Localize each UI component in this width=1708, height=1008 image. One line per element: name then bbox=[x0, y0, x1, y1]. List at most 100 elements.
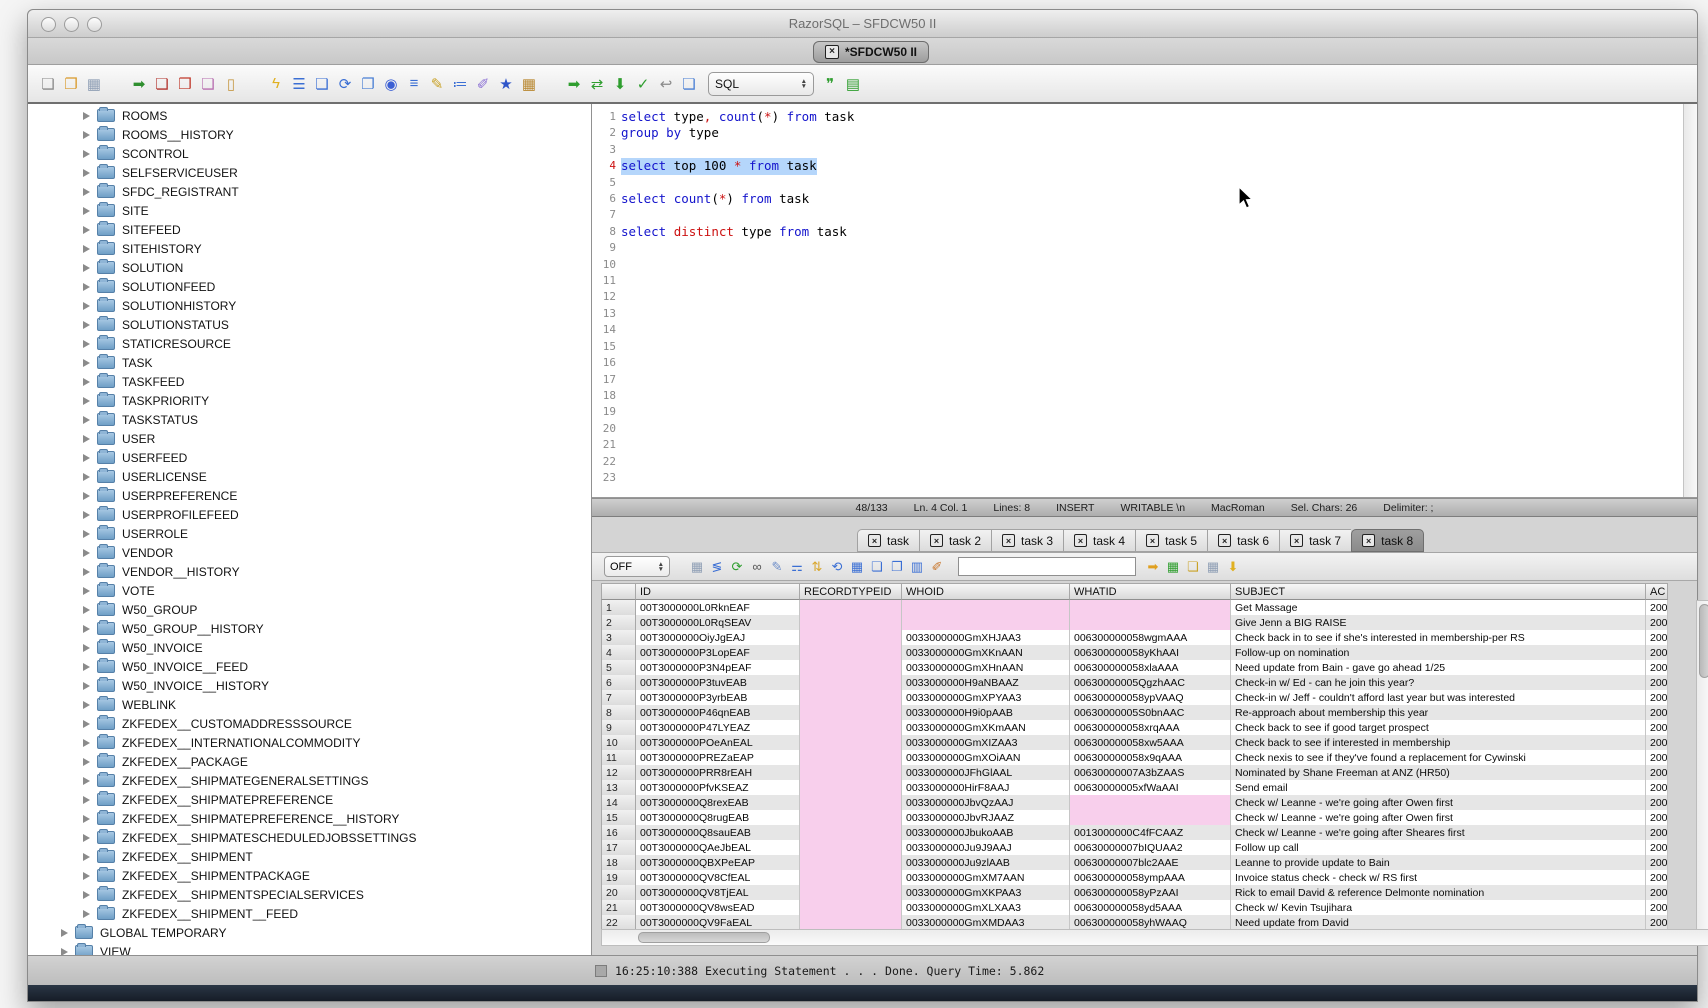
sidebar-item-solution[interactable]: SOLUTION bbox=[28, 258, 591, 277]
expand-triangle-icon[interactable] bbox=[83, 188, 90, 196]
sidebar-item-taskfeed[interactable]: TASKFEED bbox=[28, 372, 591, 391]
activitydate-cell[interactable]: 200 bbox=[1646, 900, 1668, 915]
sidebar-item-solutionfeed[interactable]: SOLUTIONFEED bbox=[28, 277, 591, 296]
sidebar-item-w50-group-history[interactable]: W50_GROUP__HISTORY bbox=[28, 619, 591, 638]
id-cell[interactable]: 00T3000000P3LopEAF bbox=[636, 645, 800, 660]
close-tab-icon[interactable]: × bbox=[1002, 534, 1015, 547]
expand-triangle-icon[interactable] bbox=[83, 302, 90, 310]
expand-triangle-icon[interactable] bbox=[83, 625, 90, 633]
close-document-icon[interactable]: × bbox=[825, 45, 839, 59]
subject-cell[interactable]: Invoice status check - check w/ RS first bbox=[1231, 870, 1646, 885]
whoid-cell[interactable]: 0033000000GmXPYAA3 bbox=[902, 690, 1070, 705]
sidebar-item-zkfedex-shipment-feed[interactable]: ZKFEDEX__SHIPMENT__FEED bbox=[28, 904, 591, 923]
expand-triangle-icon[interactable] bbox=[83, 207, 90, 215]
sidebar-item-taskpriority[interactable]: TASKPRIORITY bbox=[28, 391, 591, 410]
activitydate-cell[interactable]: 200 bbox=[1646, 780, 1668, 795]
row-number[interactable]: 14 bbox=[601, 795, 636, 810]
activitydate-cell[interactable]: 200 bbox=[1646, 720, 1668, 735]
row-number[interactable]: 21 bbox=[601, 900, 636, 915]
column-header-WHOID[interactable]: WHOID bbox=[902, 583, 1070, 600]
activitydate-cell[interactable]: 200 bbox=[1646, 660, 1668, 675]
sidebar-item-zkfedex-shipmentpackage[interactable]: ZKFEDEX__SHIPMENTPACKAGE bbox=[28, 866, 591, 885]
subject-cell[interactable]: Follow-up on nomination bbox=[1231, 645, 1646, 660]
close-tab-icon[interactable]: × bbox=[1290, 534, 1303, 547]
row-number[interactable]: 12 bbox=[601, 765, 636, 780]
expand-triangle-icon[interactable] bbox=[83, 758, 90, 766]
whatid-cell[interactable]: 006300000058wgmAAA bbox=[1070, 630, 1231, 645]
subject-cell[interactable]: Check back to see if good target prospec… bbox=[1231, 720, 1646, 735]
whatid-cell[interactable]: 006300000058xlaAAA bbox=[1070, 660, 1231, 675]
results-log-icon[interactable]: ▤ bbox=[843, 74, 863, 94]
whoid-cell[interactable]: 0033000000GmXKnAAN bbox=[902, 645, 1070, 660]
sidebar-item-sfdc-registrant[interactable]: SFDC_REGISTRANT bbox=[28, 182, 591, 201]
row-number[interactable]: 19 bbox=[601, 870, 636, 885]
activitydate-cell[interactable]: 200 bbox=[1646, 915, 1668, 930]
whoid-cell[interactable]: 0033000000Ju9zlAAB bbox=[902, 855, 1070, 870]
import-data-icon[interactable]: ➡ bbox=[129, 74, 149, 94]
expand-triangle-icon[interactable] bbox=[83, 777, 90, 785]
subject-cell[interactable]: Nominated by Shane Freeman at ANZ (HR50) bbox=[1231, 765, 1646, 780]
results-tab-task[interactable]: ×task bbox=[857, 529, 919, 552]
column-header-AC[interactable]: AC bbox=[1646, 583, 1668, 600]
sidebar-item-zkfedex-shipmatescheduledjobssettings[interactable]: ZKFEDEX__SHIPMATESCHEDULEDJOBSSETTINGS bbox=[28, 828, 591, 847]
sidebar-item-zkfedex-package[interactable]: ZKFEDEX__PACKAGE bbox=[28, 752, 591, 771]
expand-triangle-icon[interactable] bbox=[83, 587, 90, 595]
table-row[interactable]: 900T3000000P47LYEAZ0033000000GmXKmAAN006… bbox=[601, 720, 1697, 735]
whoid-cell[interactable]: 0033000000H9aNBAAZ bbox=[902, 675, 1070, 690]
table-row[interactable]: 600T3000000P3tuvEAB0033000000H9aNBAAZ006… bbox=[601, 675, 1697, 690]
sidebar-item-vendor-history[interactable]: VENDOR__HISTORY bbox=[28, 562, 591, 581]
code-line[interactable] bbox=[621, 355, 1697, 371]
subject-cell[interactable]: Check w/ Leanne - we're going after Owen… bbox=[1231, 810, 1646, 825]
expand-triangle-icon[interactable] bbox=[83, 397, 90, 405]
results-tab-task-5[interactable]: ×task 5 bbox=[1135, 529, 1207, 552]
sidebar-item-weblink[interactable]: WEBLINK bbox=[28, 695, 591, 714]
subject-cell[interactable]: Check w/ Kevin Tsujihara bbox=[1231, 900, 1646, 915]
sidebar-item-w50-invoice-feed[interactable]: W50_INVOICE__FEED bbox=[28, 657, 591, 676]
expand-triangle-icon[interactable] bbox=[83, 815, 90, 823]
execute-fetch-icon[interactable]: ⬇ bbox=[610, 74, 630, 94]
whoid-cell[interactable]: 0033000000JbukoAAB bbox=[902, 825, 1070, 840]
code-line[interactable] bbox=[621, 142, 1697, 158]
expand-triangle-icon[interactable] bbox=[83, 720, 90, 728]
row-number[interactable]: 11 bbox=[601, 750, 636, 765]
sidebar-item-sitefeed[interactable]: SITEFEED bbox=[28, 220, 591, 239]
activitydate-cell[interactable]: 200 bbox=[1646, 855, 1668, 870]
column-header-ID[interactable]: ID bbox=[636, 583, 800, 600]
recordtypeid-cell[interactable] bbox=[800, 705, 902, 720]
expand-triangle-icon[interactable] bbox=[83, 739, 90, 747]
activitydate-cell[interactable]: 200 bbox=[1646, 600, 1668, 615]
whatid-cell[interactable] bbox=[1070, 615, 1231, 630]
code-line[interactable]: group by type bbox=[621, 125, 1697, 141]
id-cell[interactable]: 00T3000000P3N4pEAF bbox=[636, 660, 800, 675]
table-row[interactable]: 200T3000000L0RqSEAVGive Jenn a BIG RAISE… bbox=[601, 615, 1697, 630]
row-number[interactable]: 7 bbox=[601, 690, 636, 705]
find-next-icon[interactable]: ➡ bbox=[1144, 558, 1162, 576]
sidebar-item-solutionstatus[interactable]: SOLUTIONSTATUS bbox=[28, 315, 591, 334]
sidebar-item-scontrol[interactable]: SCONTROL bbox=[28, 144, 591, 163]
whoid-cell[interactable]: 0033000000GmXLXAA3 bbox=[902, 900, 1070, 915]
id-cell[interactable]: 00T3000000P47LYEAZ bbox=[636, 720, 800, 735]
close-tab-icon[interactable]: × bbox=[1146, 534, 1159, 547]
highlight-pen-icon[interactable]: ✐ bbox=[928, 558, 946, 576]
sidebar-item-rooms-history[interactable]: ROOMS__HISTORY bbox=[28, 125, 591, 144]
close-tab-icon[interactable]: × bbox=[930, 534, 943, 547]
subject-cell[interactable]: Check w/ Leanne - we're going after Owen… bbox=[1231, 795, 1646, 810]
id-cell[interactable]: 00T3000000Q8rexEAB bbox=[636, 795, 800, 810]
table-row[interactable]: 400T3000000P3LopEAF0033000000GmXKnAAN006… bbox=[601, 645, 1697, 660]
row-number[interactable]: 10 bbox=[601, 735, 636, 750]
expand-triangle-icon[interactable] bbox=[83, 663, 90, 671]
results-search-input[interactable] bbox=[958, 557, 1136, 576]
whatid-cell[interactable]: 00630000007bIQUAA2 bbox=[1070, 840, 1231, 855]
sidebar-item-zkfedex-shipmatepreference[interactable]: ZKFEDEX__SHIPMATEPREFERENCE bbox=[28, 790, 591, 809]
subject-cell[interactable]: Check back to see if interested in membe… bbox=[1231, 735, 1646, 750]
id-cell[interactable]: 00T3000000P3tuvEAB bbox=[636, 675, 800, 690]
id-cell[interactable]: 00T3000000Q8sauEAB bbox=[636, 825, 800, 840]
expand-triangle-icon[interactable] bbox=[83, 511, 90, 519]
expand-triangle-icon[interactable] bbox=[83, 701, 90, 709]
sidebar-item-vote[interactable]: VOTE bbox=[28, 581, 591, 600]
subject-cell[interactable]: Leanne to provide update to Bain bbox=[1231, 855, 1646, 870]
whatid-cell[interactable] bbox=[1070, 810, 1231, 825]
code-line[interactable] bbox=[621, 420, 1697, 436]
expand-triangle-icon[interactable] bbox=[83, 226, 90, 234]
horizontal-scroll-thumb[interactable] bbox=[638, 932, 770, 943]
